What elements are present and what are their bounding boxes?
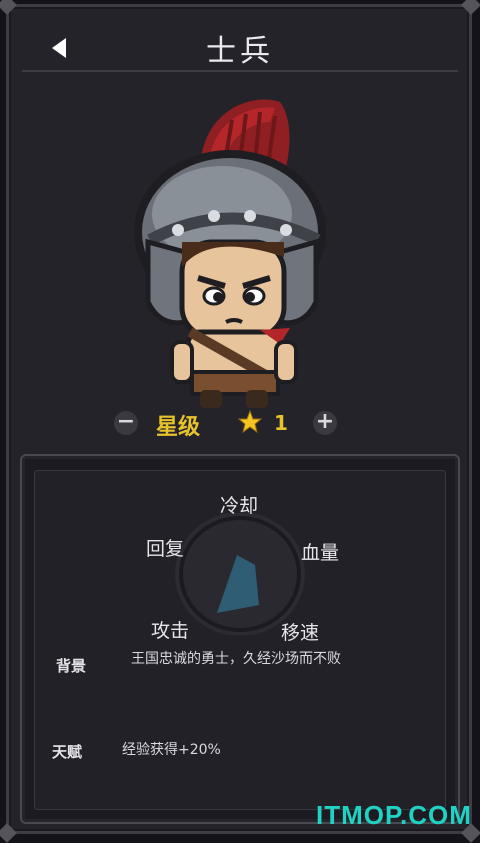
talent-label: 天赋 (52, 743, 83, 761)
star-level-value: 1 (274, 411, 288, 435)
stat-move-speed: 移速 (281, 622, 320, 644)
stat-health: 血量 (301, 542, 340, 564)
background-label: 背景 (56, 657, 87, 675)
star-level-row: − 星级 1 + (110, 408, 350, 440)
star-icon (238, 410, 262, 434)
attribute-radar-chart (175, 513, 305, 635)
watermark-logo: ITMOP.COM (316, 800, 472, 830)
stat-attack: 攻击 (151, 620, 190, 642)
page-title: 士兵 (206, 34, 274, 69)
stat-recovery: 回复 (146, 538, 185, 560)
talent-text: 经验获得+20% (122, 742, 221, 758)
soldier-portrait (134, 99, 326, 408)
stat-cooldown: 冷却 (220, 495, 259, 517)
star-plus-button[interactable]: + (313, 411, 337, 435)
frame-corner (0, 0, 17, 15)
star-level-label: 星级 (156, 415, 201, 440)
frame-corner (461, 0, 480, 15)
star-minus-button[interactable]: − (114, 411, 138, 435)
background-text: 王国忠诚的勇士，久经沙场而不败 (131, 651, 341, 667)
